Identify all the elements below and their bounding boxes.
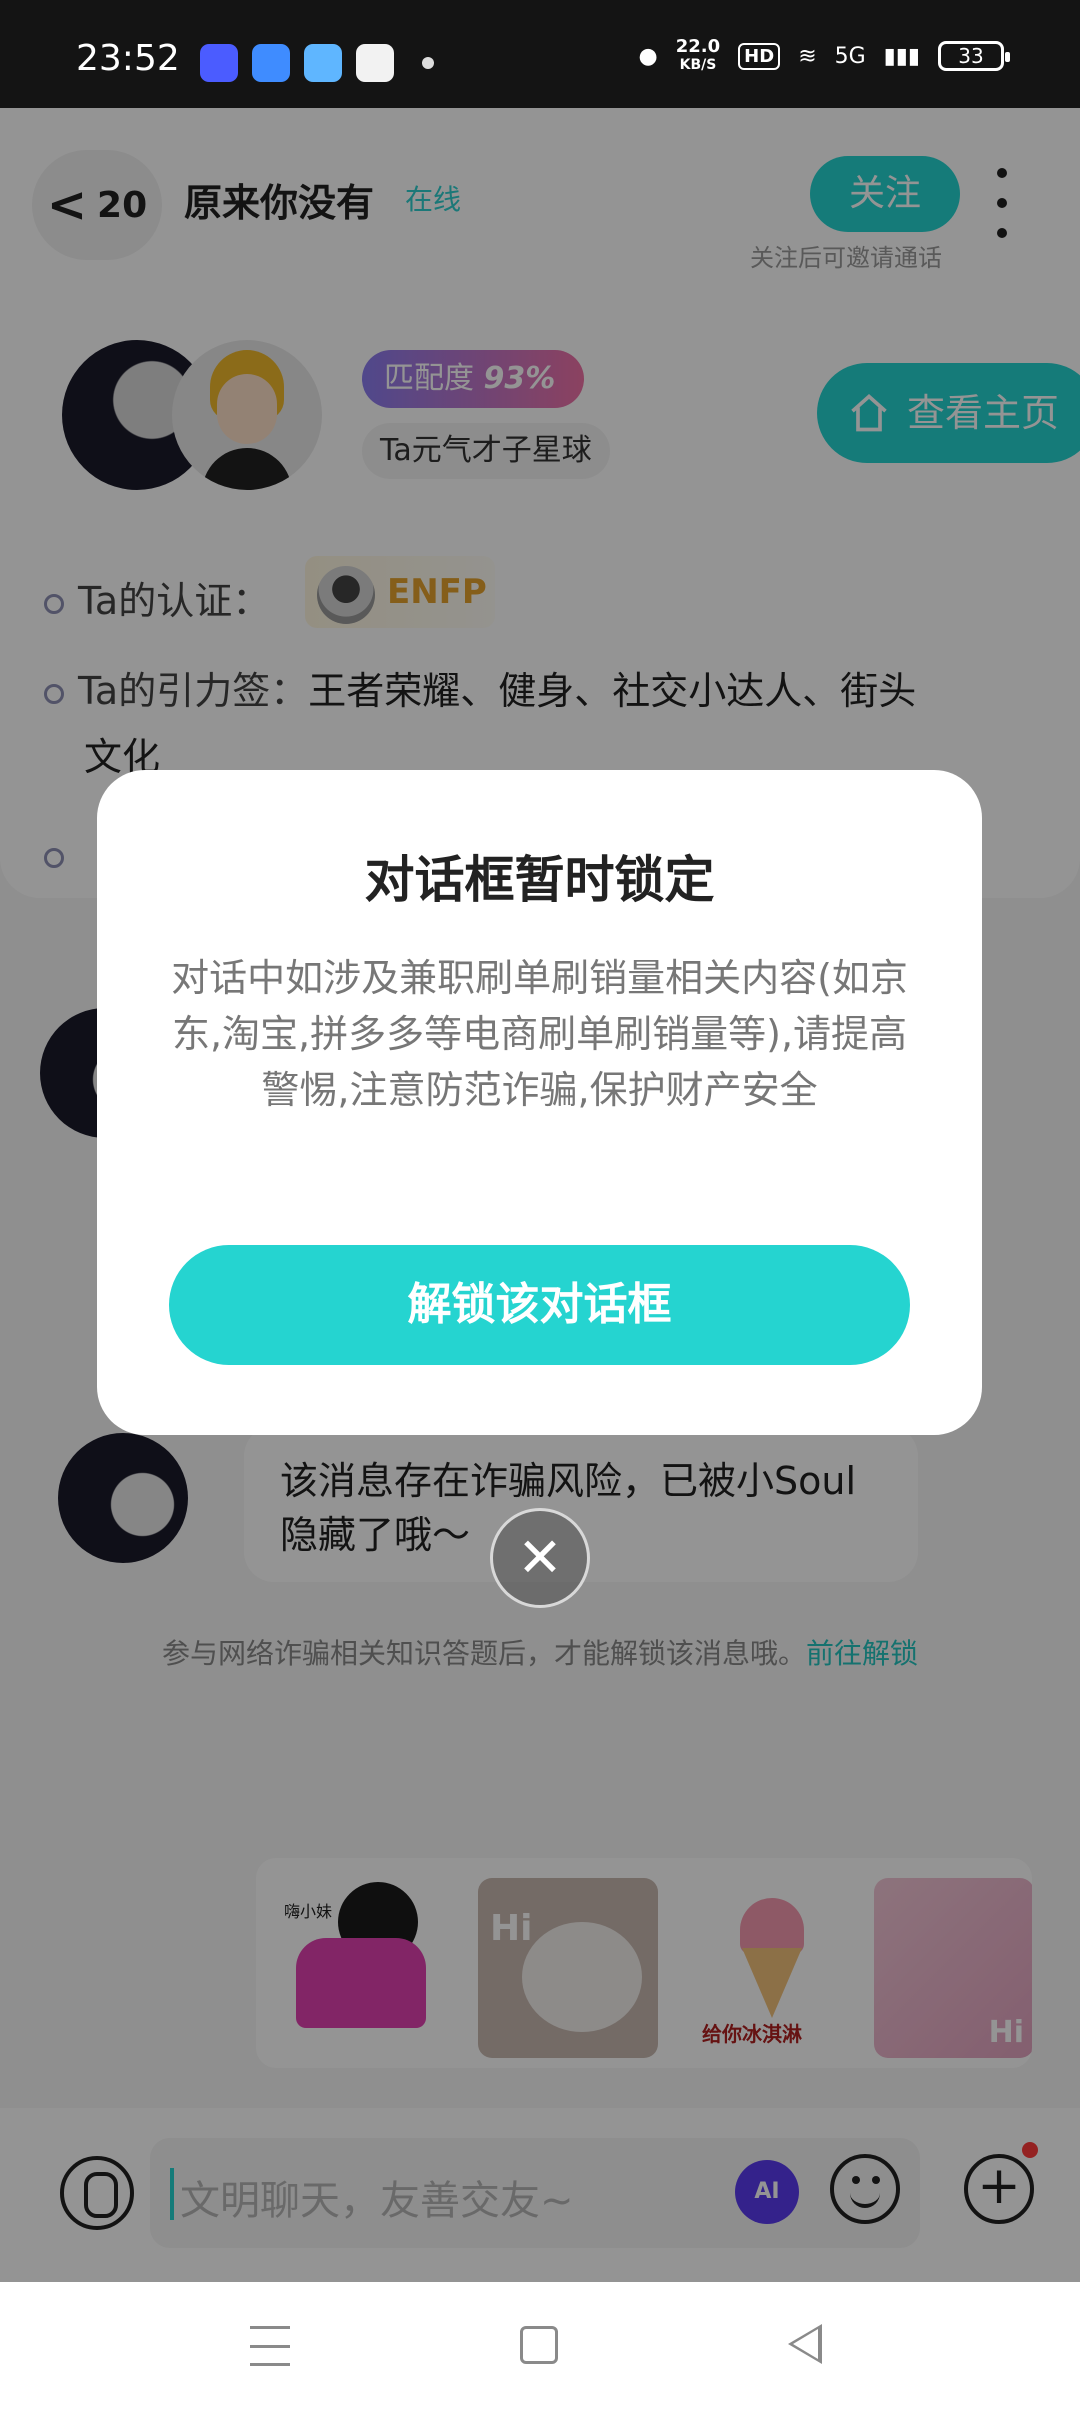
app-notification-icon bbox=[252, 44, 290, 82]
notification-icons bbox=[200, 44, 434, 82]
wifi-icon: ≋ bbox=[798, 43, 817, 69]
close-icon[interactable]: ✕ bbox=[490, 1508, 590, 1608]
signal-icon: ▮▮▮ bbox=[883, 43, 920, 69]
hd-icon: HD bbox=[738, 42, 781, 70]
lock-dialog: 对话框暂时锁定 对话中如涉及兼职刷单刷销量相关内容(如京东,淘宝,拼多多等电商刷… bbox=[97, 770, 982, 1435]
dialog-message: 对话中如涉及兼职刷单刷销量相关内容(如京东,淘宝,拼多多等电商刷单刷销量等),请… bbox=[171, 956, 908, 1112]
nav-back-icon[interactable] bbox=[788, 2324, 822, 2364]
weather-notification-icon bbox=[304, 44, 342, 82]
app-notification-icon bbox=[200, 44, 238, 82]
more-notifications-dot bbox=[422, 57, 434, 69]
status-time: 23:52 bbox=[76, 38, 180, 79]
system-nav-bar bbox=[0, 2282, 1080, 2412]
nav-home-icon[interactable] bbox=[520, 2326, 558, 2364]
network-speed: 22.0 KB/S bbox=[675, 36, 721, 74]
unlock-dialog-button[interactable]: 解锁该对话框 bbox=[169, 1245, 910, 1365]
battery-icon: 33 bbox=[938, 41, 1010, 71]
status-indicators: ● 22.0 KB/S HD ≋ 5G ▮▮▮ 33 bbox=[638, 36, 1010, 74]
cellular-5g: 5G bbox=[834, 43, 866, 69]
status-bar: 23:52 ● 22.0 KB/S HD ≋ 5G ▮▮▮ 33 bbox=[0, 0, 1080, 108]
dialog-title: 对话框暂时锁定 bbox=[364, 851, 715, 909]
location-icon: ● bbox=[638, 43, 658, 69]
gallery-notification-icon bbox=[356, 44, 394, 82]
nav-menu-icon[interactable] bbox=[250, 2326, 290, 2366]
